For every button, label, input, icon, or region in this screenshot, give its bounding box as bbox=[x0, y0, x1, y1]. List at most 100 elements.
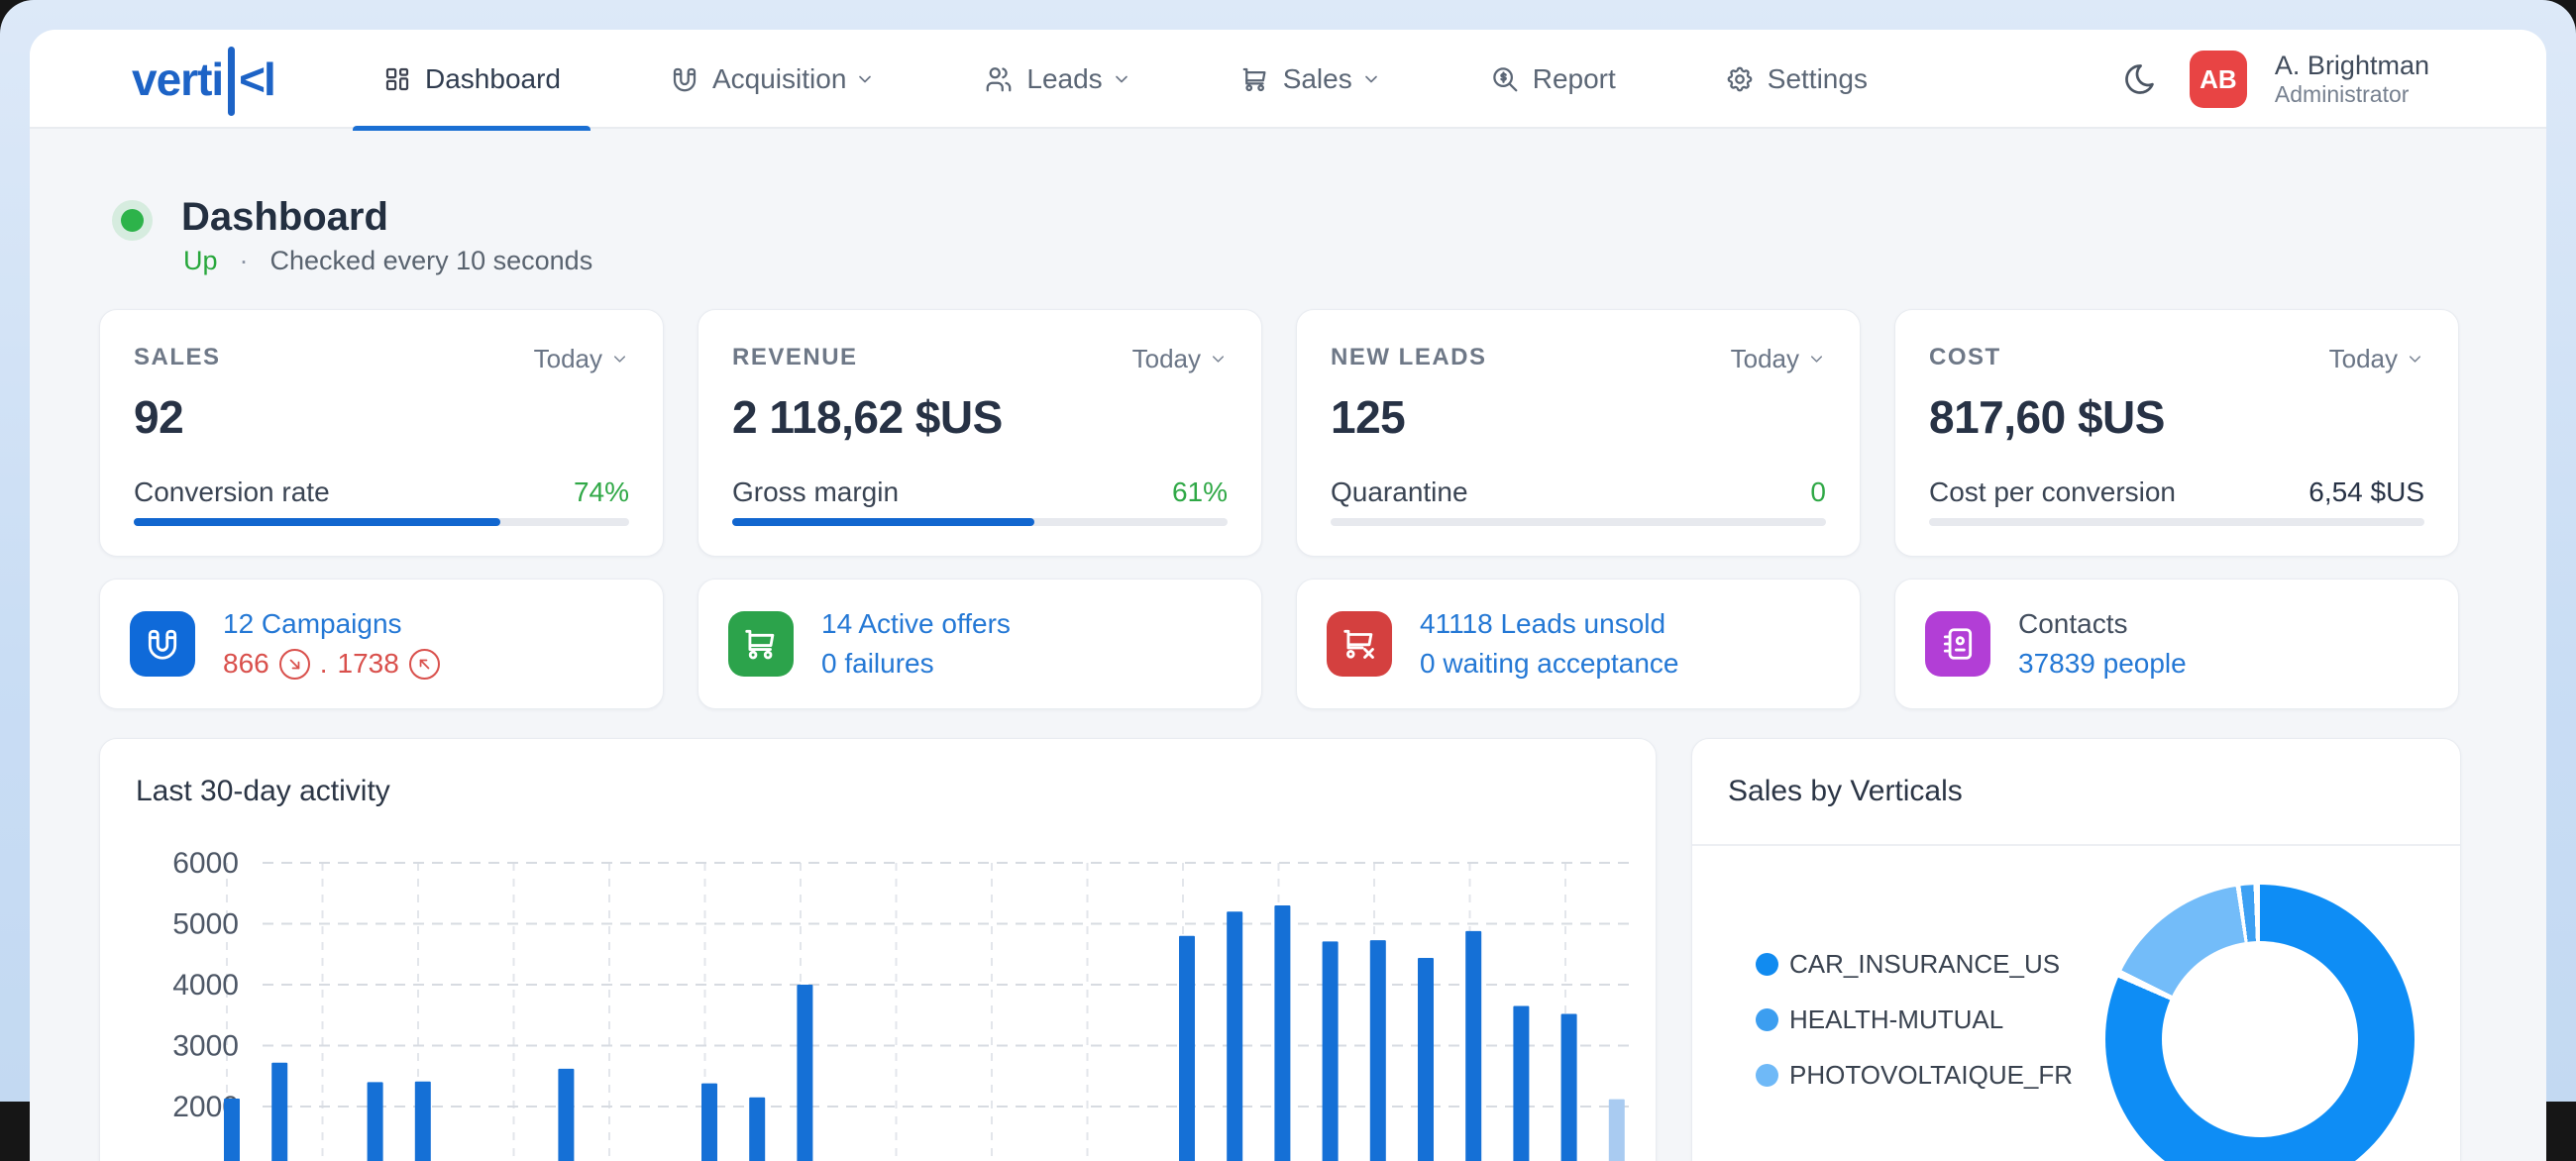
stat-card-label: SALES bbox=[134, 344, 221, 371]
info-card-title[interactable]: 12 Campaigns bbox=[223, 604, 440, 644]
cart-icon bbox=[1240, 64, 1270, 94]
info-card-12-campaigns: 12 Campaigns 866 . 1738 bbox=[99, 579, 664, 709]
info-card-subtitle[interactable]: 0 waiting acceptance bbox=[1420, 644, 1679, 684]
stat-sub-label: Gross margin bbox=[732, 476, 899, 508]
metric-down-value: 866 bbox=[223, 644, 269, 684]
sales-by-verticals-panel: Sales by Verticals CAR_INSURANCE_US HEAL… bbox=[1691, 738, 2461, 1161]
legend-label: HEALTH-MUTUAL bbox=[1789, 1004, 2003, 1035]
stat-card-label: REVENUE bbox=[732, 344, 858, 371]
metric-up-value: 1738 bbox=[338, 644, 399, 684]
legend-dot bbox=[1756, 1064, 1778, 1087]
period-value: Today bbox=[534, 344, 602, 374]
metric-separator: . bbox=[320, 644, 328, 684]
chevron-down-icon bbox=[1112, 69, 1131, 89]
status-dot bbox=[121, 209, 144, 232]
nav-item-label: Acquisition bbox=[712, 63, 846, 95]
stat-card-label: NEW LEADS bbox=[1331, 344, 1487, 371]
info-card-subtitle[interactable]: 37839 people bbox=[2018, 644, 2187, 684]
cart-icon-tile bbox=[728, 611, 794, 677]
progress-bar bbox=[134, 518, 629, 526]
progress-bar bbox=[732, 518, 1228, 526]
legend-label: PHOTOVOLTAIQUE_FR bbox=[1789, 1060, 2073, 1091]
verticals-donut-chart bbox=[2105, 885, 2415, 1161]
user-menu[interactable]: A. Brightman Administrator bbox=[2275, 50, 2429, 109]
period-value: Today bbox=[1731, 344, 1799, 374]
brand-logo[interactable]: verti<l bbox=[132, 30, 275, 129]
verticals-legend: CAR_INSURANCE_US HEALTH-MUTUAL PHOTOVOLT… bbox=[1756, 949, 2073, 1091]
chevron-down-icon bbox=[1807, 350, 1826, 369]
campaign-metrics: 866 . 1738 bbox=[223, 644, 440, 684]
header-right-cluster: AB A. Brightman Administrator bbox=[2122, 30, 2429, 129]
activity-panel: Last 30-day activity 6000500040003000200… bbox=[99, 738, 1657, 1161]
legend-item-health-mutual[interactable]: HEALTH-MUTUAL bbox=[1756, 1004, 2073, 1035]
gear-icon bbox=[1725, 64, 1755, 94]
info-card-contacts: Contacts37839 people bbox=[1894, 579, 2459, 709]
period-value: Today bbox=[1132, 344, 1201, 374]
verticals-panel-title: Sales by Verticals bbox=[1728, 775, 1963, 808]
status-note: Checked every 10 seconds bbox=[270, 246, 593, 276]
progress-bar bbox=[1331, 518, 1826, 526]
arrow-up-left-icon bbox=[409, 649, 440, 680]
nav-item-sales[interactable]: Sales bbox=[1211, 30, 1411, 129]
stat-card-value: 92 bbox=[134, 390, 629, 444]
chevron-down-icon bbox=[1361, 69, 1381, 89]
info-card-subtitle[interactable]: 0 failures bbox=[821, 644, 1011, 684]
info-card-14-active-offers: 14 Active offers0 failures bbox=[698, 579, 1262, 709]
cart-x-icon-tile bbox=[1327, 611, 1392, 677]
legend-dot bbox=[1756, 1008, 1778, 1031]
stat-sub-value: 0 bbox=[1810, 476, 1826, 508]
app-surface: verti<l Dashboard Acquisition Leads Sales Re… bbox=[30, 30, 2546, 1161]
nav-item-settings[interactable]: Settings bbox=[1695, 30, 1897, 129]
activity-panel-title: Last 30-day activity bbox=[136, 775, 390, 808]
stat-card-value: 125 bbox=[1331, 390, 1826, 444]
stat-card-cost: COST Today 817,60 $US Cost per conversio… bbox=[1894, 309, 2459, 557]
nav-item-dashboard[interactable]: Dashboard bbox=[353, 30, 590, 129]
dark-mode-toggle[interactable] bbox=[2122, 59, 2162, 99]
nav-item-leads[interactable]: Leads bbox=[954, 30, 1160, 129]
nav-item-label: Leads bbox=[1026, 63, 1102, 95]
status-up-label: Up bbox=[183, 246, 218, 276]
panel-divider bbox=[1692, 844, 2460, 846]
report-search-icon bbox=[1490, 64, 1520, 94]
legend-item-photovoltaique_fr[interactable]: PHOTOVOLTAIQUE_FR bbox=[1756, 1060, 2073, 1091]
arrow-down-right-icon bbox=[279, 649, 310, 680]
cart-icon bbox=[742, 625, 780, 663]
page-title: Dashboard bbox=[181, 195, 388, 240]
info-card-title[interactable]: 14 Active offers bbox=[821, 604, 1011, 644]
donut-hole bbox=[2162, 941, 2358, 1137]
address-book-icon-tile bbox=[1925, 611, 1990, 677]
brand-logo-suffix: l bbox=[264, 53, 275, 106]
nav-item-label: Sales bbox=[1283, 63, 1352, 95]
avatar[interactable]: AB bbox=[2190, 51, 2247, 108]
period-select[interactable]: Today bbox=[1731, 344, 1826, 374]
address-book-icon bbox=[1939, 625, 1977, 663]
stat-sub-label: Quarantine bbox=[1331, 476, 1468, 508]
progress-bar bbox=[1929, 518, 2424, 526]
stat-card-revenue: REVENUE Today 2 118,62 $US Gross margin … bbox=[698, 309, 1262, 557]
period-value: Today bbox=[2329, 344, 2398, 374]
svg-text:6000: 6000 bbox=[172, 847, 239, 880]
info-card-41118-leads-unsold: 41118 Leads unsold0 waiting acceptance bbox=[1296, 579, 1861, 709]
activity-bar-chart: 60005000400030002000 bbox=[124, 828, 1634, 1161]
nav-item-label: Settings bbox=[1768, 63, 1868, 95]
chevron-down-icon bbox=[2406, 350, 2424, 369]
cart-x-icon bbox=[1341, 625, 1378, 663]
top-navigation-bar: verti<l Dashboard Acquisition Leads Sales Re… bbox=[30, 30, 2546, 129]
info-card-title[interactable]: 41118 Leads unsold bbox=[1420, 604, 1679, 644]
stat-card-new-leads: NEW LEADS Today 125 Quarantine 0 bbox=[1296, 309, 1861, 557]
stat-sub-value: 74% bbox=[574, 476, 629, 508]
magnet-icon bbox=[670, 64, 699, 94]
nav-item-acquisition[interactable]: Acquisition bbox=[640, 30, 905, 129]
stat-sub-label: Cost per conversion bbox=[1929, 476, 2176, 508]
svg-text:3000: 3000 bbox=[172, 1030, 239, 1063]
period-select[interactable]: Today bbox=[2329, 344, 2424, 374]
stat-card-sales: SALES Today 92 Conversion rate 74% bbox=[99, 309, 664, 557]
period-select[interactable]: Today bbox=[534, 344, 629, 374]
brand-logo-prefix: verti bbox=[132, 53, 223, 106]
period-select[interactable]: Today bbox=[1132, 344, 1228, 374]
stat-sub-value: 6,54 $US bbox=[2308, 476, 2424, 508]
legend-dot bbox=[1756, 953, 1778, 976]
stat-card-value: 2 118,62 $US bbox=[732, 390, 1228, 444]
legend-item-car_insurance_us[interactable]: CAR_INSURANCE_US bbox=[1756, 949, 2073, 980]
nav-item-report[interactable]: Report bbox=[1460, 30, 1646, 129]
